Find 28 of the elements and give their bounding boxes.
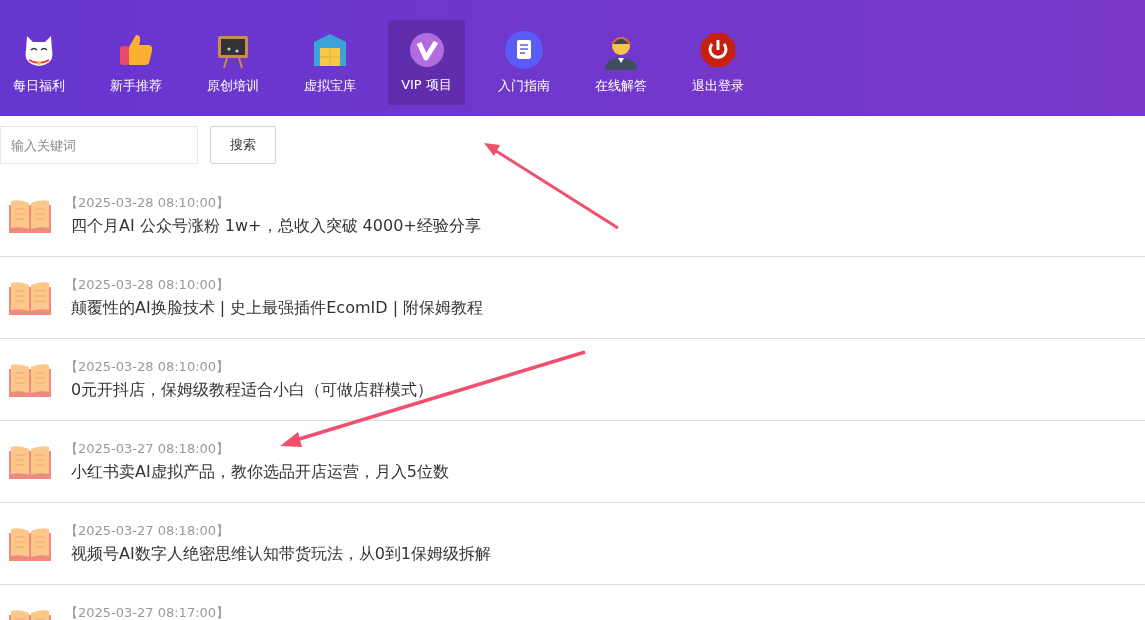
post-date: 【2025-03-28 08:10:00】 [65,360,231,374]
nav-item[interactable]: 虚拟宝库 [291,20,368,105]
post-date: 【2025-03-28 08:10:00】 [65,278,231,292]
open-book-icon [9,281,51,315]
open-book-icon [9,445,51,479]
post-date: 【2025-03-27 08:18:00】 [65,524,231,538]
nav-item[interactable]: 在线解答 [582,20,659,105]
open-book-icon [9,199,51,233]
post-date: 【2025-03-27 08:18:00】 [65,442,231,456]
nav-item[interactable]: 原创培训 [194,20,271,105]
open-book-icon [9,363,51,397]
nav-item[interactable]: 每日福利 [0,20,77,105]
article-link[interactable]: 四个月AI 公众号涨粉 1w+，总收入突破 4000+经验分享 [71,214,481,238]
nav-item[interactable]: 退出登录 [679,20,756,105]
nav-item[interactable]: 入门指南 [485,20,562,105]
post-date: 【2025-03-27 08:17:00】 [65,606,230,620]
nav-item[interactable]: VIP 项目 [388,20,465,105]
article-link[interactable]: 视频号AI数字人绝密思维认知带货玩法，从0到1保姆级拆解 [71,542,492,566]
v-badge-icon [407,30,446,69]
nav-item[interactable]: 新手推荐 [97,20,174,105]
article-link[interactable]: 小红书卖AI虚拟产品，教你选品开店运营，月入5位数 [71,460,449,484]
post-date: 【2025-03-28 08:10:00】 [65,196,231,210]
open-book-icon [9,527,51,561]
document-icon [503,29,544,70]
article-link[interactable]: 0元开抖店，保姆级教程适合小白（可做店群模式） [71,378,434,402]
search-button[interactable]: 搜索 [210,126,276,164]
article-link[interactable]: 颠覆性的AI换脸技术 | 史上最强插件EcomID | 附保姆教程 [71,296,484,320]
search-field[interactable]: 输入关键词 [0,126,198,164]
